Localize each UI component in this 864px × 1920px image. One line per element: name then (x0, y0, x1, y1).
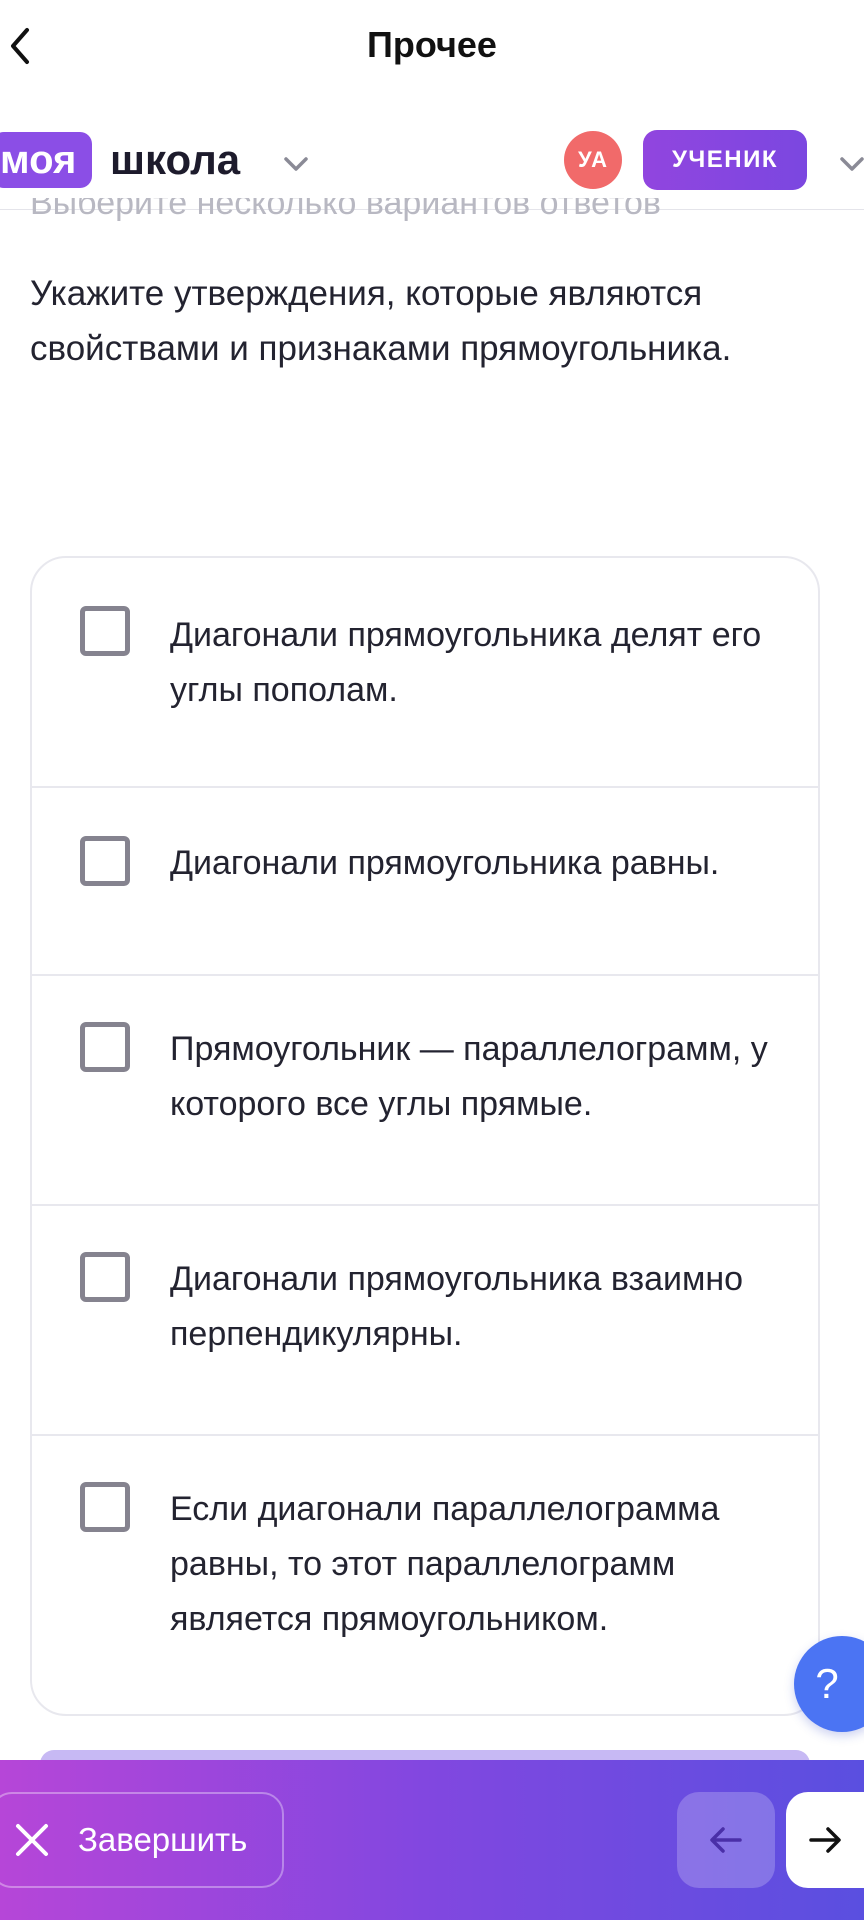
checkbox[interactable] (80, 1482, 130, 1532)
option-item[interactable]: Диагонали прямоугольника делят его углы … (32, 558, 818, 788)
option-item[interactable]: Диагонали прямоугольника взаимно перпенд… (32, 1206, 818, 1436)
checkbox[interactable] (80, 606, 130, 656)
logo-word: школа (110, 136, 241, 183)
top-nav-bar: Прочее (0, 0, 864, 96)
option-item[interactable]: Если диагонали параллелограмма равны, то… (32, 1436, 818, 1714)
arrow-left-icon (710, 1827, 742, 1853)
checkbox[interactable] (80, 836, 130, 886)
role-badge[interactable]: УЧЕНИК (643, 130, 807, 190)
option-label: Прямоугольник — параллелограмм, у которо… (170, 1030, 768, 1123)
option-label: Диагонали прямоугольника равны. (170, 844, 720, 882)
checkbox[interactable] (80, 1022, 130, 1072)
school-header: моя школа УА УЧЕНИК (0, 110, 864, 210)
next-button[interactable] (786, 1792, 864, 1888)
page-title: Прочее (367, 24, 497, 65)
avatar[interactable]: УА (564, 131, 622, 189)
option-item[interactable]: Прямоугольник — параллелограмм, у которо… (32, 976, 818, 1206)
checkbox[interactable] (80, 1252, 130, 1302)
question-text: Укажите утверждения, которые являются св… (30, 274, 732, 368)
arrow-right-icon (809, 1827, 841, 1853)
option-item[interactable]: Диагонали прямоугольника равны. (32, 788, 818, 976)
option-label: Если диагонали параллелограмма равны, то… (170, 1490, 720, 1638)
close-icon (16, 1824, 48, 1856)
previous-button[interactable] (677, 1792, 775, 1888)
finish-label: Завершить (78, 1821, 248, 1858)
finish-button[interactable]: Завершить (0, 1792, 284, 1888)
option-label: Диагонали прямоугольника взаимно перпенд… (170, 1260, 744, 1353)
option-label: Диагонали прямоугольника делят его углы … (170, 616, 762, 709)
options-list: Диагонали прямоугольника делят его углы … (30, 556, 820, 1716)
logo-highlight: моя (0, 132, 93, 188)
answer-instruction: Выберите несколько вариантов ответов (30, 198, 661, 222)
chevron-down-icon[interactable] (280, 148, 312, 180)
chevron-down-icon[interactable] (836, 148, 864, 180)
bottom-action-bar: Завершить (0, 1760, 864, 1920)
